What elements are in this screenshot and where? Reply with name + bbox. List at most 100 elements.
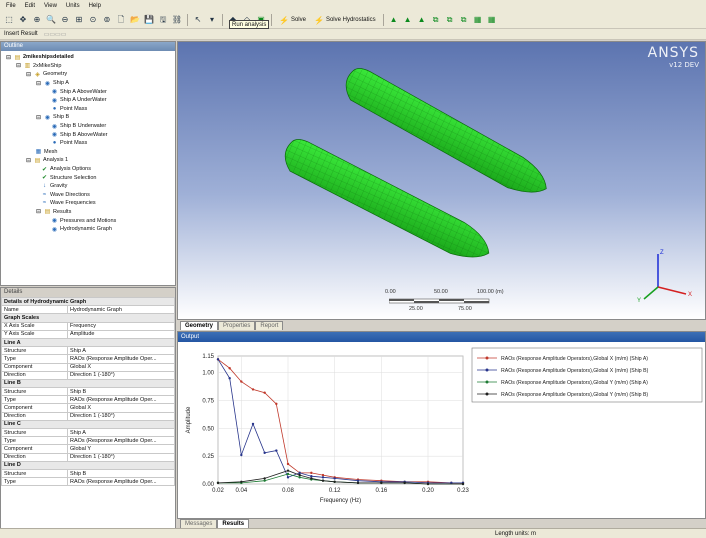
copy-icon[interactable]: ⧉ <box>444 14 456 26</box>
details-row[interactable]: Component Global X <box>1 403 175 413</box>
copy-icon[interactable]: ⧉ <box>458 14 470 26</box>
collapse-icon[interactable]: ⊟ <box>5 54 12 61</box>
tab-results[interactable]: Results <box>217 519 250 528</box>
tree-item-ship-b[interactable]: ⊟ ◉ Ship B <box>1 113 175 122</box>
geometry-viewport[interactable]: Z X Y ANSYS v12 DEV 0.00 50.00 100.00 (m… <box>177 41 706 320</box>
collapse-icon[interactable]: ⊟ <box>25 71 32 78</box>
details-value[interactable]: RAOs (Response Amplitude Oper... <box>67 436 175 446</box>
triangle-up-icon[interactable]: ▲ <box>416 14 428 26</box>
details-section-row[interactable]: Line C <box>1 419 175 430</box>
zoom-icon[interactable]: 🔍 <box>45 14 57 26</box>
select-mode-icon[interactable]: ⬚ <box>3 14 15 26</box>
graph-icon[interactable]: ▦ <box>486 14 498 26</box>
pan-icon[interactable]: ✥ <box>17 14 29 26</box>
open-folder-icon[interactable]: 📂 <box>129 14 141 26</box>
details-value[interactable]: Ship A <box>67 346 175 356</box>
tree-item-ship-a-underwater[interactable]: ◉ Ship A UnderWater <box>1 96 175 105</box>
details-row[interactable]: Type RAOs (Response Amplitude Oper... <box>1 395 175 405</box>
details-row[interactable]: Name Hydrodynamic Graph <box>1 305 175 315</box>
details-value[interactable]: Global Y <box>67 444 175 454</box>
zoom-in-icon[interactable]: ⊕ <box>31 14 43 26</box>
tree-item-pressures-and-motions[interactable]: ◉ Pressures and Motions <box>1 216 175 225</box>
details-row[interactable]: Direction Direction 1 (-180°) <box>1 411 175 421</box>
zoom-out-icon[interactable]: ⊖ <box>59 14 71 26</box>
tree-item-model[interactable]: ⊟ ▥ 2xMikeShip <box>1 62 175 71</box>
tree-item-results[interactable]: ⊟ ▤ Results <box>1 208 175 217</box>
copy-icon[interactable]: ⧉ <box>430 14 442 26</box>
rao-chart[interactable]: 1.151.000.750.500.250.000.02 0.04 0.08 0.12… <box>178 342 705 518</box>
details-value[interactable]: Hydrodynamic Graph <box>67 305 175 315</box>
details-value[interactable]: Global X <box>67 403 175 413</box>
tree-item-ship-b-underwater[interactable]: ◉ Ship B Underwater <box>1 122 175 131</box>
tree-item-structure-selection[interactable]: ✔ Structure Selection <box>1 173 175 182</box>
details-row[interactable]: Type RAOs (Response Amplitude Oper... <box>1 436 175 446</box>
details-row[interactable]: Structure Ship B <box>1 387 175 397</box>
tree-item-ship-a-abovewater[interactable]: ◉ Ship A AboveWater <box>1 87 175 96</box>
tree-item-hydrodynamic-graph[interactable]: ◉ Hydrodynamic Graph <box>1 225 175 234</box>
cursor-icon[interactable]: ↖ <box>192 14 204 26</box>
menu-file[interactable]: File <box>6 3 16 9</box>
tree-item-wave-frequencies[interactable]: ≈ Wave Frequencies <box>1 199 175 208</box>
zoom-fit-all-icon[interactable]: ⊚ <box>101 14 113 26</box>
tree-item-ship-a[interactable]: ⊟ ◉ Ship A <box>1 79 175 88</box>
details-value[interactable]: RAOs (Response Amplitude Oper... <box>67 354 175 364</box>
details-row[interactable]: Structure Ship A <box>1 427 175 438</box>
menu-edit[interactable]: Edit <box>25 3 35 9</box>
details-value[interactable]: Direction 1 (-180°) <box>67 370 175 380</box>
details-value[interactable]: Direction 1 (-180°) <box>67 411 175 421</box>
tree-item-geometry[interactable]: ⊟ ◈ Geometry <box>1 70 175 79</box>
tree-item-project[interactable]: ⊟ ▤ 2mikeshipsdetailed <box>1 53 175 62</box>
tree-item-point-mass-a[interactable]: ● Point Mass <box>1 105 175 114</box>
tab-report[interactable]: Report <box>255 321 284 330</box>
details-value[interactable]: Frequency <box>67 321 175 331</box>
details-row[interactable]: Component Global X <box>1 362 175 372</box>
details-section-row[interactable]: Graph Scales <box>1 313 175 323</box>
details-row[interactable]: Component Global Y <box>1 444 175 454</box>
tree-item-gravity[interactable]: ↓ Gravity <box>1 182 175 191</box>
details-row[interactable]: Direction Direction 1 (-180°) <box>1 370 175 380</box>
collapse-icon[interactable]: ⊟ <box>25 157 32 164</box>
tree-item-analysis[interactable]: ⊟ ▤ Analysis 1 <box>1 156 175 165</box>
details-value[interactable]: RAOs (Response Amplitude Oper... <box>67 395 175 405</box>
details-value[interactable]: Amplitude <box>67 329 175 339</box>
details-section-row[interactable]: Line A <box>1 337 175 348</box>
tree-item-analysis-options[interactable]: ✔ Analysis Options <box>1 165 175 174</box>
details-value[interactable]: Ship A <box>67 427 175 438</box>
menu-view[interactable]: View <box>44 3 57 9</box>
zoom-box-icon[interactable]: ⊞ <box>73 14 85 26</box>
details-row[interactable]: X Axis Scale Frequency <box>1 321 175 331</box>
tab-messages[interactable]: Messages <box>180 519 218 528</box>
collapse-icon[interactable]: ⊟ <box>35 209 42 215</box>
link-icon[interactable]: ⛓ <box>171 14 183 26</box>
triangle-up-icon[interactable]: ▲ <box>402 14 414 26</box>
tab-properties[interactable]: Properties <box>218 321 256 330</box>
tab-geometry[interactable]: Geometry <box>180 321 219 330</box>
details-section-row[interactable]: Line B <box>1 378 175 389</box>
details-row[interactable]: Structure Ship B <box>1 468 175 479</box>
details-row[interactable]: Type RAOs (Response Amplitude Oper... <box>1 354 175 364</box>
collapse-icon[interactable]: ⊟ <box>15 63 22 69</box>
save-all-icon[interactable]: 🖫 <box>157 14 169 26</box>
tree-item-mesh[interactable]: ▦ Mesh <box>1 148 175 157</box>
collapse-icon[interactable]: ⊟ <box>35 114 42 121</box>
insert-result-button[interactable]: Insert Result <box>4 31 38 37</box>
triangle-up-icon[interactable]: ▲ <box>388 14 400 26</box>
solve-button[interactable]: ⚡ Solve <box>276 14 309 27</box>
details-value[interactable]: Ship B <box>67 387 175 397</box>
collapse-icon[interactable]: ⊟ <box>35 80 42 87</box>
zoom-fit-icon[interactable]: ⊙ <box>87 14 99 26</box>
dropdown-arrow-icon[interactable]: ▾ <box>206 14 218 26</box>
details-row[interactable]: Y Axis Scale Amplitude <box>1 329 175 339</box>
tree-item-point-mass-b[interactable]: ● Point Mass <box>1 139 175 148</box>
menu-units[interactable]: Units <box>66 3 80 9</box>
menu-help[interactable]: Help <box>89 3 101 9</box>
details-value[interactable]: Ship B <box>67 468 175 479</box>
details-value[interactable]: Global X <box>67 362 175 372</box>
solve-hydrostatics-button[interactable]: ⚡ Solve Hydrostatics <box>311 14 379 27</box>
save-icon[interactable]: 💾 <box>143 14 155 26</box>
details-row[interactable]: Type RAOs (Response Amplitude Oper... <box>1 477 175 487</box>
new-file-icon[interactable]: 🗋 <box>115 14 127 26</box>
tree-item-wave-directions[interactable]: ≈ Wave Directions <box>1 191 175 200</box>
details-value[interactable]: Direction 1 (-180°) <box>67 452 175 462</box>
details-value[interactable]: RAOs (Response Amplitude Oper... <box>67 477 175 487</box>
